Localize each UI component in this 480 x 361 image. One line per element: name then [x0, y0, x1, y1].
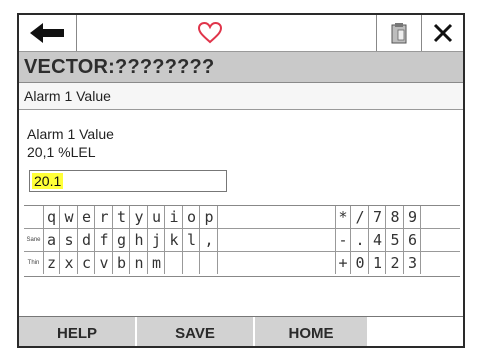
value-input[interactable]: 20.1 — [29, 170, 227, 192]
key[interactable]: k — [167, 229, 183, 251]
key[interactable]: g — [114, 229, 130, 251]
page-subtitle: Alarm 1 Value — [24, 88, 111, 104]
subtitle-bar: Alarm 1 Value — [19, 83, 463, 110]
numpad-key[interactable]: 9 — [405, 206, 421, 228]
numpad-key[interactable]: * — [335, 206, 351, 228]
close-button[interactable] — [422, 15, 463, 51]
numpad-key[interactable]: 4 — [370, 229, 386, 251]
key[interactable] — [202, 252, 218, 274]
numpad-key[interactable]: 0 — [353, 252, 369, 274]
key[interactable]: d — [79, 229, 95, 251]
numpad-key[interactable]: 2 — [388, 252, 404, 274]
key[interactable]: x — [62, 252, 78, 274]
key[interactable]: j — [149, 229, 165, 251]
key[interactable]: w — [62, 206, 78, 228]
keyboard-row-label: Sane — [24, 229, 44, 251]
favorite-button[interactable] — [77, 15, 342, 51]
key[interactable]: c — [79, 252, 95, 274]
title-bar: VECTOR:???????? — [19, 52, 463, 83]
key[interactable]: t — [114, 206, 130, 228]
clipboard-button[interactable] — [377, 15, 421, 51]
keyboard-row-label: Thin — [24, 252, 44, 274]
numpad-key[interactable]: 7 — [370, 206, 386, 228]
field-label: Alarm 1 Value — [27, 126, 114, 142]
key[interactable]: r — [97, 206, 113, 228]
bottom-button-bar: HELP SAVE HOME — [19, 316, 463, 346]
key[interactable]: n — [132, 252, 148, 274]
top-toolbar — [19, 15, 463, 52]
key[interactable]: b — [114, 252, 130, 274]
key[interactable] — [167, 252, 183, 274]
numpad-key[interactable]: . — [353, 229, 369, 251]
key[interactable]: u — [149, 206, 165, 228]
clipboard-icon — [391, 23, 407, 44]
key[interactable]: , — [202, 229, 218, 251]
numpad-key[interactable]: / — [353, 206, 369, 228]
key[interactable]: h — [132, 229, 148, 251]
keyboard-row-divider — [24, 228, 460, 229]
help-button[interactable]: HELP — [19, 317, 137, 346]
on-screen-keyboard: q w e r t y u i o p */7 8 9 Sane a s d f g h j k l, -. 4 5 6 Thin z x… — [24, 205, 460, 277]
save-button[interactable]: SAVE — [137, 317, 255, 346]
page-title: VECTOR:???????? — [24, 56, 215, 78]
keyboard-row-divider — [24, 251, 460, 252]
numpad-key[interactable]: 8 — [388, 206, 404, 228]
device-screen: VECTOR:???????? Alarm 1 Value Alarm 1 Va… — [17, 13, 465, 348]
key[interactable]: q — [44, 206, 60, 228]
key[interactable]: p — [202, 206, 218, 228]
key[interactable]: o — [184, 206, 200, 228]
numpad-key[interactable]: 5 — [388, 229, 404, 251]
close-icon — [433, 23, 452, 43]
key[interactable]: y — [132, 206, 148, 228]
key[interactable]: i — [167, 206, 183, 228]
key[interactable]: v — [97, 252, 113, 274]
key[interactable]: f — [97, 229, 113, 251]
numpad-key[interactable]: + — [335, 252, 351, 274]
key[interactable]: s — [62, 229, 78, 251]
key[interactable]: e — [79, 206, 95, 228]
value-text: 20.1 — [32, 173, 64, 189]
key[interactable]: z — [44, 252, 60, 274]
numpad-key[interactable]: - — [335, 229, 351, 251]
arrow-left-icon — [29, 23, 64, 43]
key[interactable] — [184, 252, 200, 274]
heart-outline-icon — [197, 22, 222, 44]
numpad-key[interactable]: 6 — [405, 229, 421, 251]
key[interactable]: m — [149, 252, 165, 274]
numpad-key[interactable]: 3 — [405, 252, 421, 274]
key[interactable]: a — [44, 229, 60, 251]
keyboard-row-label — [24, 206, 44, 228]
current-value: 20,1 %LEL — [27, 144, 96, 160]
back-button[interactable] — [19, 15, 76, 51]
numpad-key[interactable]: 1 — [370, 252, 386, 274]
home-button[interactable]: HOME — [255, 317, 369, 346]
key[interactable]: l — [184, 229, 200, 251]
